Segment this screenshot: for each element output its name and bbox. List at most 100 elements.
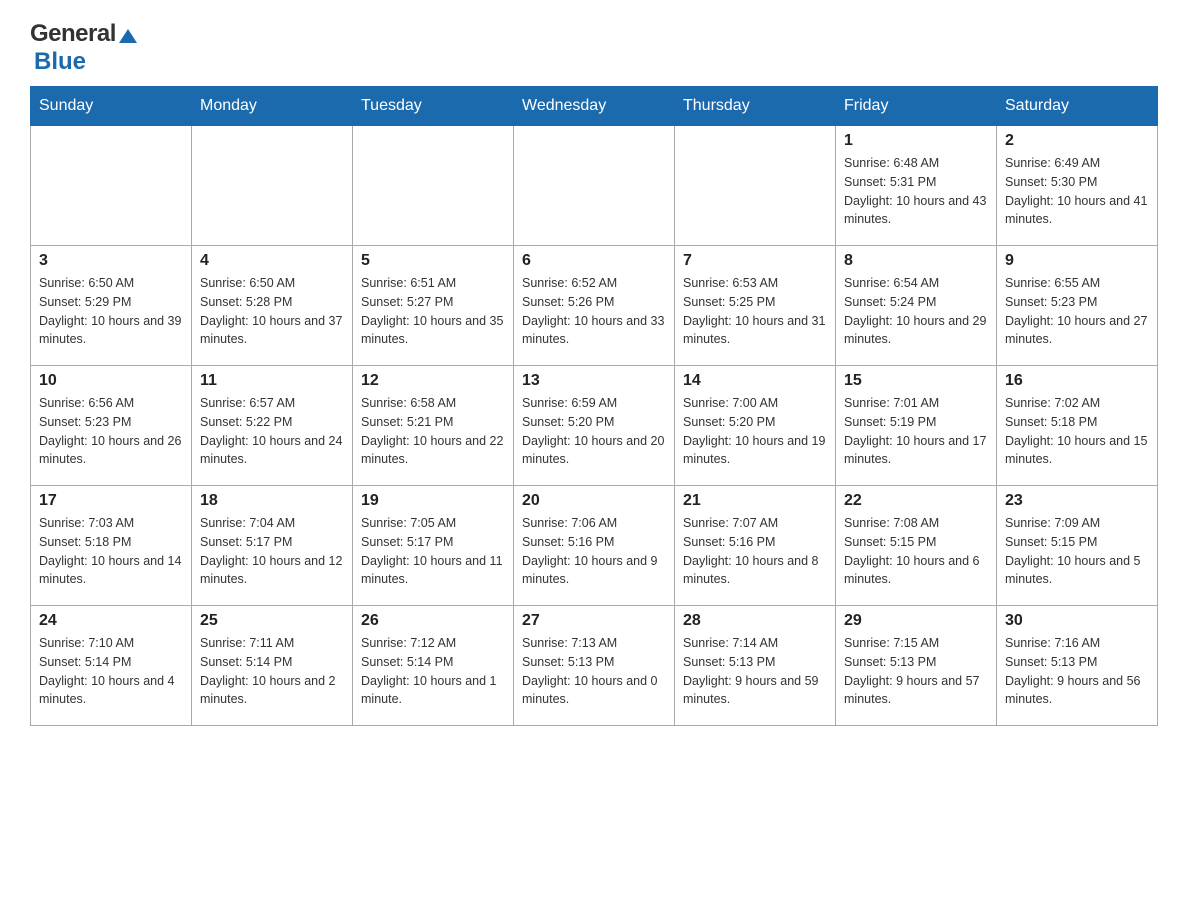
day-number: 30: [1005, 612, 1149, 630]
day-info: Sunrise: 7:12 AMSunset: 5:14 PMDaylight:…: [361, 634, 505, 709]
day-of-week-header: Monday: [192, 87, 353, 126]
day-number: 11: [200, 372, 344, 390]
day-info: Sunrise: 7:10 AMSunset: 5:14 PMDaylight:…: [39, 634, 183, 709]
calendar-cell: 10 Sunrise: 6:56 AMSunset: 5:23 PMDayligh…: [31, 366, 192, 486]
day-info: Sunrise: 6:49 AMSunset: 5:30 PMDaylight:…: [1005, 154, 1149, 229]
day-info: Sunrise: 6:57 AMSunset: 5:22 PMDaylight:…: [200, 394, 344, 469]
day-number: 9: [1005, 252, 1149, 270]
calendar-cell: 18 Sunrise: 7:04 AMSunset: 5:17 PMDayligh…: [192, 486, 353, 606]
day-info: Sunrise: 7:02 AMSunset: 5:18 PMDaylight:…: [1005, 394, 1149, 469]
calendar-cell: 20Sunrise: 7:06 AMSunset: 5:16 PMDayligh…: [514, 486, 675, 606]
day-number: 4: [200, 252, 344, 270]
day-of-week-header: Tuesday: [353, 87, 514, 126]
day-number: 3: [39, 252, 183, 270]
day-number: 5: [361, 252, 505, 270]
day-info: Sunrise: 7:16 AMSunset: 5:13 PMDaylight:…: [1005, 634, 1149, 709]
day-info: Sunrise: 6:55 AMSunset: 5:23 PMDaylight:…: [1005, 274, 1149, 349]
calendar-week-row: 3Sunrise: 6:50 AMSunset: 5:29 PMDaylight…: [31, 246, 1158, 366]
calendar-cell: 7 Sunrise: 6:53 AMSunset: 5:25 PMDaylight…: [675, 246, 836, 366]
day-number: 13: [522, 372, 666, 390]
day-number: 12: [361, 372, 505, 390]
calendar-cell: 23 Sunrise: 7:09 AMSunset: 5:15 PMDayligh…: [997, 486, 1158, 606]
calendar-cell: 3Sunrise: 6:50 AMSunset: 5:29 PMDaylight…: [31, 246, 192, 366]
day-info: Sunrise: 6:53 AMSunset: 5:25 PMDaylight:…: [683, 274, 827, 349]
calendar-cell: 29 Sunrise: 7:15 AMSunset: 5:13 PMDayligh…: [836, 606, 997, 726]
day-of-week-header: Thursday: [675, 87, 836, 126]
day-number: 23: [1005, 492, 1149, 510]
calendar-cell: [514, 126, 675, 246]
calendar-header-row: SundayMondayTuesdayWednesdayThursdayFrid…: [31, 87, 1158, 126]
day-of-week-header: Friday: [836, 87, 997, 126]
calendar-cell: [192, 126, 353, 246]
calendar-week-row: 17 Sunrise: 7:03 AMSunset: 5:18 PMDayligh…: [31, 486, 1158, 606]
day-of-week-header: Sunday: [31, 87, 192, 126]
logo-blue-text: Blue: [34, 48, 86, 75]
page-header: General Blue: [30, 20, 1158, 76]
day-number: 1: [844, 132, 988, 150]
calendar-week-row: 24 Sunrise: 7:10 AMSunset: 5:14 PMDayligh…: [31, 606, 1158, 726]
calendar-cell: 9 Sunrise: 6:55 AMSunset: 5:23 PMDaylight…: [997, 246, 1158, 366]
calendar-cell: 4 Sunrise: 6:50 AMSunset: 5:28 PMDaylight…: [192, 246, 353, 366]
day-number: 14: [683, 372, 827, 390]
day-number: 26: [361, 612, 505, 630]
day-info: Sunrise: 7:05 AMSunset: 5:17 PMDaylight:…: [361, 514, 505, 589]
day-info: Sunrise: 7:01 AMSunset: 5:19 PMDaylight:…: [844, 394, 988, 469]
calendar-cell: 26 Sunrise: 7:12 AMSunset: 5:14 PMDayligh…: [353, 606, 514, 726]
day-info: Sunrise: 7:09 AMSunset: 5:15 PMDaylight:…: [1005, 514, 1149, 589]
calendar-cell: 25 Sunrise: 7:11 AMSunset: 5:14 PMDayligh…: [192, 606, 353, 726]
calendar-cell: 5Sunrise: 6:51 AMSunset: 5:27 PMDaylight…: [353, 246, 514, 366]
calendar-cell: 11 Sunrise: 6:57 AMSunset: 5:22 PMDayligh…: [192, 366, 353, 486]
day-info: Sunrise: 7:04 AMSunset: 5:17 PMDaylight:…: [200, 514, 344, 589]
day-number: 29: [844, 612, 988, 630]
calendar-table: SundayMondayTuesdayWednesdayThursdayFrid…: [30, 86, 1158, 726]
day-number: 25: [200, 612, 344, 630]
day-info: Sunrise: 7:08 AMSunset: 5:15 PMDaylight:…: [844, 514, 988, 589]
day-info: Sunrise: 6:54 AMSunset: 5:24 PMDaylight:…: [844, 274, 988, 349]
day-number: 28: [683, 612, 827, 630]
day-info: Sunrise: 6:48 AMSunset: 5:31 PMDaylight:…: [844, 154, 988, 229]
calendar-cell: 12 Sunrise: 6:58 AMSunset: 5:21 PMDayligh…: [353, 366, 514, 486]
day-info: Sunrise: 7:13 AMSunset: 5:13 PMDaylight:…: [522, 634, 666, 709]
day-info: Sunrise: 7:07 AMSunset: 5:16 PMDaylight:…: [683, 514, 827, 589]
day-info: Sunrise: 7:11 AMSunset: 5:14 PMDaylight:…: [200, 634, 344, 709]
day-of-week-header: Wednesday: [514, 87, 675, 126]
day-info: Sunrise: 7:03 AMSunset: 5:18 PMDaylight:…: [39, 514, 183, 589]
calendar-cell: 16 Sunrise: 7:02 AMSunset: 5:18 PMDayligh…: [997, 366, 1158, 486]
day-number: 27: [522, 612, 666, 630]
day-number: 17: [39, 492, 183, 510]
day-number: 24: [39, 612, 183, 630]
day-info: Sunrise: 6:58 AMSunset: 5:21 PMDaylight:…: [361, 394, 505, 469]
day-number: 18: [200, 492, 344, 510]
day-info: Sunrise: 7:14 AMSunset: 5:13 PMDaylight:…: [683, 634, 827, 709]
calendar-cell: 8 Sunrise: 6:54 AMSunset: 5:24 PMDaylight…: [836, 246, 997, 366]
day-info: Sunrise: 6:59 AMSunset: 5:20 PMDaylight:…: [522, 394, 666, 469]
day-number: 2: [1005, 132, 1149, 150]
calendar-week-row: 10 Sunrise: 6:56 AMSunset: 5:23 PMDayligh…: [31, 366, 1158, 486]
calendar-cell: 24 Sunrise: 7:10 AMSunset: 5:14 PMDayligh…: [31, 606, 192, 726]
day-info: Sunrise: 6:52 AMSunset: 5:26 PMDaylight:…: [522, 274, 666, 349]
logo: General Blue: [30, 20, 137, 76]
calendar-cell: 17 Sunrise: 7:03 AMSunset: 5:18 PMDayligh…: [31, 486, 192, 606]
day-number: 6: [522, 252, 666, 270]
day-info: Sunrise: 6:56 AMSunset: 5:23 PMDaylight:…: [39, 394, 183, 469]
day-info: Sunrise: 7:06 AMSunset: 5:16 PMDaylight:…: [522, 514, 666, 589]
calendar-cell: [353, 126, 514, 246]
day-info: Sunrise: 6:50 AMSunset: 5:28 PMDaylight:…: [200, 274, 344, 349]
calendar-cell: 14 Sunrise: 7:00 AMSunset: 5:20 PMDayligh…: [675, 366, 836, 486]
calendar-cell: 22Sunrise: 7:08 AMSunset: 5:15 PMDayligh…: [836, 486, 997, 606]
day-info: Sunrise: 7:00 AMSunset: 5:20 PMDaylight:…: [683, 394, 827, 469]
calendar-week-row: 1 Sunrise: 6:48 AMSunset: 5:31 PMDaylight…: [31, 126, 1158, 246]
day-number: 10: [39, 372, 183, 390]
day-number: 8: [844, 252, 988, 270]
logo-triangle-icon: [119, 25, 137, 48]
day-info: Sunrise: 7:15 AMSunset: 5:13 PMDaylight:…: [844, 634, 988, 709]
calendar-cell: 27 Sunrise: 7:13 AMSunset: 5:13 PMDayligh…: [514, 606, 675, 726]
calendar-cell: 19Sunrise: 7:05 AMSunset: 5:17 PMDayligh…: [353, 486, 514, 606]
day-number: 16: [1005, 372, 1149, 390]
calendar-cell: 28 Sunrise: 7:14 AMSunset: 5:13 PMDayligh…: [675, 606, 836, 726]
calendar-cell: [675, 126, 836, 246]
calendar-cell: 13 Sunrise: 6:59 AMSunset: 5:20 PMDayligh…: [514, 366, 675, 486]
day-number: 7: [683, 252, 827, 270]
day-number: 21: [683, 492, 827, 510]
calendar-cell: 2 Sunrise: 6:49 AMSunset: 5:30 PMDaylight…: [997, 126, 1158, 246]
